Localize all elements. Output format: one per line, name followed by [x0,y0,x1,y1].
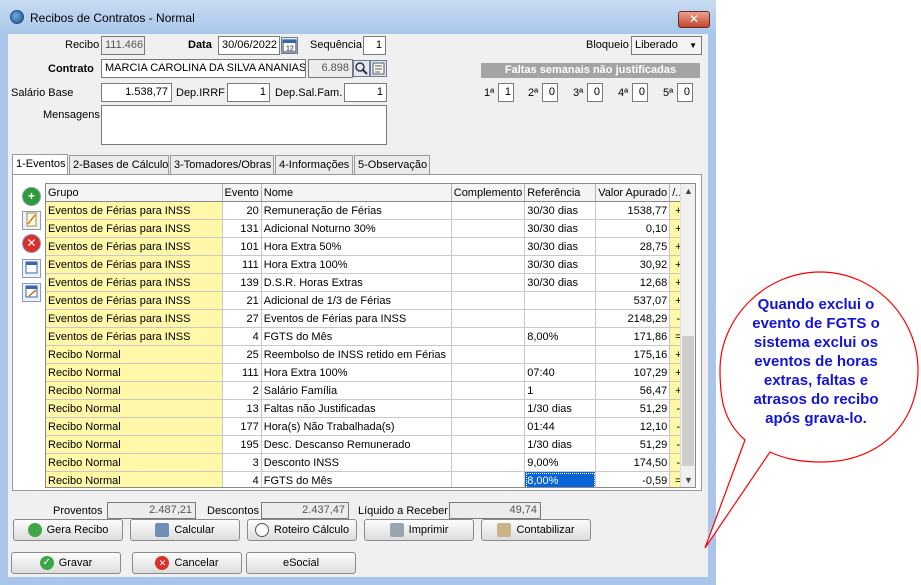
callout-text: Quando exclui o evento de FGTS o sistema… [752,296,880,427]
callout-bubble [704,271,919,549]
